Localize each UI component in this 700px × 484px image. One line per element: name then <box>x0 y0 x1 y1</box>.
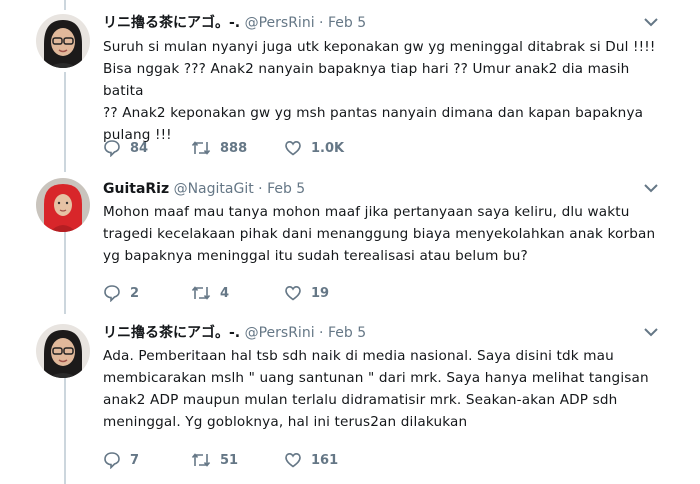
text-line: Suruh si mulan nyanyi juga utk keponakan… <box>103 39 656 55</box>
chevron-down-icon[interactable] <box>643 16 659 28</box>
heart-icon <box>285 285 301 301</box>
text-line: Mohon maaf mau tanya mohon maaf jika per… <box>103 204 630 220</box>
chevron-down-icon[interactable] <box>643 326 659 338</box>
retweet-count: 51 <box>220 452 239 468</box>
chevron-down-icon[interactable] <box>643 182 659 194</box>
timestamp[interactable]: Feb 5 <box>328 325 366 341</box>
tweet-header: リニ擼る茶にアゴ。-. @PersRini · Feb 5 <box>103 324 366 342</box>
handle[interactable]: @PersRini <box>245 15 315 31</box>
text-line: yg bapaknya meninggal itu sudah terealis… <box>103 248 528 264</box>
reply-button[interactable]: 2 <box>103 283 139 303</box>
like-button[interactable]: 1.0K <box>284 138 344 158</box>
retweet-count: 4 <box>220 285 230 301</box>
retweet-icon <box>191 286 211 300</box>
reply-icon <box>104 140 120 157</box>
reply-icon <box>104 452 120 469</box>
like-count: 19 <box>311 285 330 301</box>
handle[interactable]: @PersRini <box>245 325 315 341</box>
reply-button[interactable]: 7 <box>103 450 139 470</box>
handle[interactable]: @NagitaGit <box>174 181 254 197</box>
red-hijab-avatar-icon <box>36 178 90 232</box>
retweet-count: 888 <box>220 140 248 156</box>
reply-icon <box>104 285 120 302</box>
reply-count: 84 <box>130 140 149 156</box>
tweet-text: Mohon maaf mau tanya mohon maaf jika per… <box>103 201 663 267</box>
separator: · <box>319 325 324 341</box>
tweet-header: GuitaRiz @NagitaGit · Feb 5 <box>103 180 305 198</box>
tweet[interactable]: リニ擼る茶にアゴ。-. @PersRini · Feb 5 Suruh si m… <box>0 12 700 162</box>
tweet[interactable]: GuitaRiz @NagitaGit · Feb 5 Mohon maaf m… <box>0 178 700 308</box>
reply-count: 7 <box>130 452 140 468</box>
reply-button[interactable]: 84 <box>103 138 148 158</box>
text-line: anak2 ADP maupun mulan terlalu didramati… <box>103 392 618 408</box>
retweet-icon <box>191 141 211 155</box>
heart-icon <box>285 140 301 156</box>
display-name[interactable]: GuitaRiz <box>103 181 169 197</box>
retweet-icon <box>191 453 211 467</box>
like-button[interactable]: 161 <box>284 450 338 470</box>
display-name[interactable]: リニ擼る茶にアゴ。-. <box>103 325 240 341</box>
tweet-text: Suruh si mulan nyanyi juga utk keponakan… <box>103 36 663 146</box>
tweet[interactable]: リニ擼る茶にアゴ。-. @PersRini · Feb 5 Ada. Pembe… <box>0 322 700 472</box>
timestamp[interactable]: Feb 5 <box>267 181 305 197</box>
tweet-header: リニ擼る茶にアゴ。-. @PersRini · Feb 5 <box>103 14 366 32</box>
text-line: meninggal. Yg gobloknya, hal ini terus2a… <box>103 414 468 430</box>
heart-icon <box>285 452 301 468</box>
separator: · <box>319 15 324 31</box>
text-line: ?? Anak2 keponakan gw yg msh pantas nany… <box>103 105 644 121</box>
avatar[interactable] <box>36 178 90 232</box>
like-count: 1.0K <box>311 140 345 156</box>
separator: · <box>258 181 263 197</box>
timestamp[interactable]: Feb 5 <box>328 15 366 31</box>
text-line: pulang !!! <box>103 127 172 143</box>
woman-glasses-avatar-icon <box>36 14 90 68</box>
retweet-button[interactable]: 4 <box>191 283 229 303</box>
like-button[interactable]: 19 <box>284 283 329 303</box>
woman-glasses-avatar-icon <box>36 324 90 378</box>
reply-count: 2 <box>130 285 140 301</box>
like-count: 161 <box>311 452 339 468</box>
avatar[interactable] <box>36 324 90 378</box>
tweet-text: Ada. Pemberitaan hal tsb sdh naik di med… <box>103 345 663 433</box>
text-line: Bisa nggak ??? Anak2 nanyain bapaknya ti… <box>103 61 630 99</box>
display-name[interactable]: リニ擼る茶にアゴ。-. <box>103 15 240 31</box>
text-line: tragedi kecelakaan pihak dani menanggung… <box>103 226 656 242</box>
text-line: membicarakan mslh " uang santunan " dari… <box>103 370 649 386</box>
avatar[interactable] <box>36 14 90 68</box>
retweet-button[interactable]: 51 <box>191 450 238 470</box>
thread-line-top <box>64 0 66 10</box>
text-line: Ada. Pemberitaan hal tsb sdh naik di med… <box>103 348 614 364</box>
retweet-button[interactable]: 888 <box>191 138 247 158</box>
